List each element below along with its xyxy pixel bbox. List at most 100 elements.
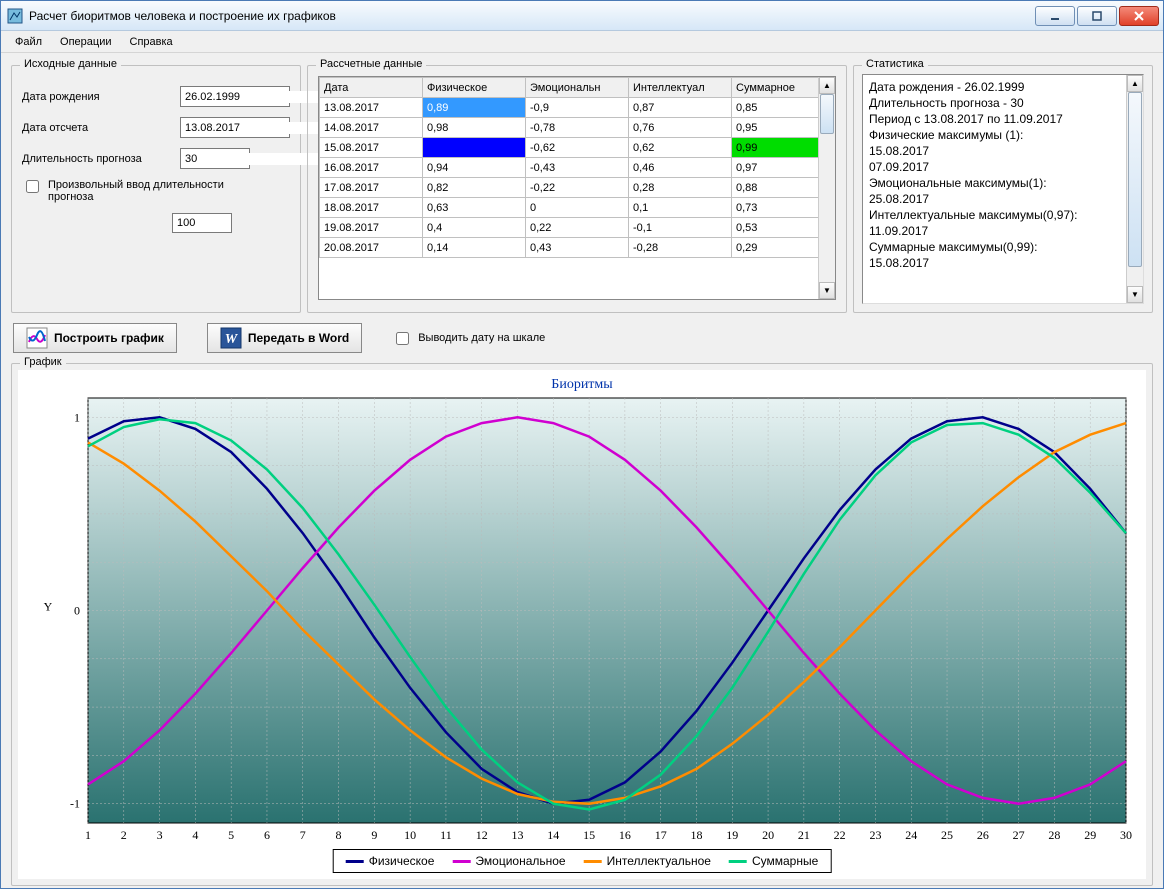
- table-row[interactable]: 19.08.20170,40,22-0,10,53: [320, 218, 835, 238]
- scroll-down-icon[interactable]: ▼: [1127, 286, 1143, 303]
- table-cell[interactable]: -0,62: [526, 138, 629, 158]
- maximize-button[interactable]: [1077, 6, 1117, 26]
- stats-line: Дата рождения - 26.02.1999: [869, 79, 1137, 95]
- table-row[interactable]: 20.08.20170,140,43-0,280,29: [320, 238, 835, 258]
- table-cell[interactable]: 13.08.2017: [320, 98, 423, 118]
- table-row[interactable]: 16.08.20170,94-0,430,460,97: [320, 158, 835, 178]
- table-cell[interactable]: 0,14: [423, 238, 526, 258]
- table-cell[interactable]: 0,28: [629, 178, 732, 198]
- svg-text:4: 4: [192, 828, 198, 842]
- scroll-thumb[interactable]: [1128, 92, 1142, 267]
- menu-file[interactable]: Файл: [7, 34, 50, 50]
- table-cell[interactable]: [423, 138, 526, 158]
- table-cell[interactable]: 16.08.2017: [320, 158, 423, 178]
- table-cell[interactable]: 0,43: [526, 238, 629, 258]
- arbitrary-checkbox[interactable]: [26, 180, 39, 193]
- stats-line: Физические максимумы (1):: [869, 127, 1137, 143]
- svg-text:24: 24: [905, 828, 917, 842]
- build-chart-button[interactable]: Построить график: [13, 323, 177, 353]
- groupbox-calc: Рассчетные данные ДатаФизическоеЭмоциона…: [307, 65, 847, 313]
- menubar: Файл Операции Справка: [1, 31, 1163, 53]
- stats-text: Дата рождения - 26.02.1999Длительность п…: [862, 74, 1144, 304]
- birth-date-input[interactable]: ▼: [180, 86, 290, 107]
- table-cell[interactable]: 0,87: [629, 98, 732, 118]
- legend-swatch: [346, 860, 364, 863]
- scroll-down-icon[interactable]: ▼: [819, 282, 835, 299]
- table-cell[interactable]: 0: [526, 198, 629, 218]
- table-row[interactable]: 14.08.20170,98-0,780,760,95: [320, 118, 835, 138]
- table-cell[interactable]: 0,82: [423, 178, 526, 198]
- menu-operations[interactable]: Операции: [52, 34, 119, 50]
- table-cell[interactable]: 0,98: [423, 118, 526, 138]
- table-cell[interactable]: 15.08.2017: [320, 138, 423, 158]
- table-cell[interactable]: 0,4: [423, 218, 526, 238]
- legend-swatch: [584, 860, 602, 863]
- table-cell[interactable]: 19.08.2017: [320, 218, 423, 238]
- svg-text:0: 0: [74, 604, 80, 618]
- table-header[interactable]: Эмоциональн: [526, 78, 629, 98]
- scroll-up-icon[interactable]: ▲: [819, 77, 835, 94]
- chart-icon: [26, 327, 48, 349]
- word-export-button[interactable]: W Передать в Word: [207, 323, 362, 353]
- svg-text:28: 28: [1048, 828, 1060, 842]
- svg-text:22: 22: [834, 828, 846, 842]
- table-cell[interactable]: -0,43: [526, 158, 629, 178]
- svg-text:W: W: [225, 332, 239, 347]
- table-cell[interactable]: 17.08.2017: [320, 178, 423, 198]
- table-scrollbar[interactable]: ▲ ▼: [818, 77, 835, 299]
- ref-date-label: Дата отсчета: [22, 122, 172, 134]
- table-row[interactable]: 17.08.20170,82-0,220,280,88: [320, 178, 835, 198]
- arbitrary-value-input[interactable]: [172, 213, 232, 233]
- duration-input[interactable]: ▼: [180, 148, 250, 169]
- svg-text:13: 13: [512, 828, 524, 842]
- stats-line: Период с 13.08.2017 по 11.09.2017: [869, 111, 1137, 127]
- svg-text:21: 21: [798, 828, 810, 842]
- scroll-up-icon[interactable]: ▲: [1127, 75, 1143, 92]
- table-cell[interactable]: 0,46: [629, 158, 732, 178]
- stats-scrollbar[interactable]: ▲ ▼: [1126, 75, 1143, 303]
- table-cell[interactable]: 18.08.2017: [320, 198, 423, 218]
- table-header[interactable]: Интеллектуал: [629, 78, 732, 98]
- minimize-button[interactable]: [1035, 6, 1075, 26]
- table-cell[interactable]: -0,28: [629, 238, 732, 258]
- table-cell[interactable]: -0,78: [526, 118, 629, 138]
- svg-text:19: 19: [726, 828, 738, 842]
- table-row[interactable]: 18.08.20170,6300,10,73: [320, 198, 835, 218]
- table-cell[interactable]: 20.08.2017: [320, 238, 423, 258]
- legend-label: Физическое: [369, 854, 435, 868]
- table-cell[interactable]: 0,22: [526, 218, 629, 238]
- table-cell[interactable]: 0,62: [629, 138, 732, 158]
- scroll-thumb[interactable]: [820, 94, 834, 134]
- show-date-option[interactable]: Выводить дату на шкале: [392, 329, 545, 348]
- table-cell[interactable]: -0,22: [526, 178, 629, 198]
- svg-text:16: 16: [619, 828, 631, 842]
- close-button[interactable]: [1119, 6, 1159, 26]
- svg-text:-1: -1: [70, 797, 80, 811]
- legend-swatch: [729, 860, 747, 863]
- svg-text:17: 17: [655, 828, 667, 842]
- window-title: Расчет биоритмов человека и построение и…: [29, 9, 1035, 23]
- table-row[interactable]: 13.08.20170,89-0,90,870,85: [320, 98, 835, 118]
- table-cell[interactable]: 0,1: [629, 198, 732, 218]
- legend-label: Суммарные: [752, 854, 818, 868]
- stats-line: 11.09.2017: [869, 223, 1137, 239]
- table-row[interactable]: 15.08.2017-0,620,620,99: [320, 138, 835, 158]
- menu-help[interactable]: Справка: [122, 34, 181, 50]
- table-cell[interactable]: 14.08.2017: [320, 118, 423, 138]
- build-chart-label: Построить график: [54, 331, 164, 345]
- svg-text:14: 14: [547, 828, 559, 842]
- table-header[interactable]: Физическое: [423, 78, 526, 98]
- ref-date-input[interactable]: ▼: [180, 117, 290, 138]
- table-header[interactable]: Дата: [320, 78, 423, 98]
- svg-text:27: 27: [1013, 828, 1025, 842]
- legend-item: Суммарные: [729, 854, 818, 868]
- table-cell[interactable]: -0,1: [629, 218, 732, 238]
- svg-text:1: 1: [74, 410, 80, 424]
- table-cell[interactable]: 0,89: [423, 98, 526, 118]
- data-table[interactable]: ДатаФизическоеЭмоциональнИнтеллектуалСум…: [318, 76, 836, 300]
- table-cell[interactable]: -0,9: [526, 98, 629, 118]
- table-cell[interactable]: 0,94: [423, 158, 526, 178]
- table-cell[interactable]: 0,63: [423, 198, 526, 218]
- table-cell[interactable]: 0,76: [629, 118, 732, 138]
- show-date-checkbox[interactable]: [396, 332, 409, 345]
